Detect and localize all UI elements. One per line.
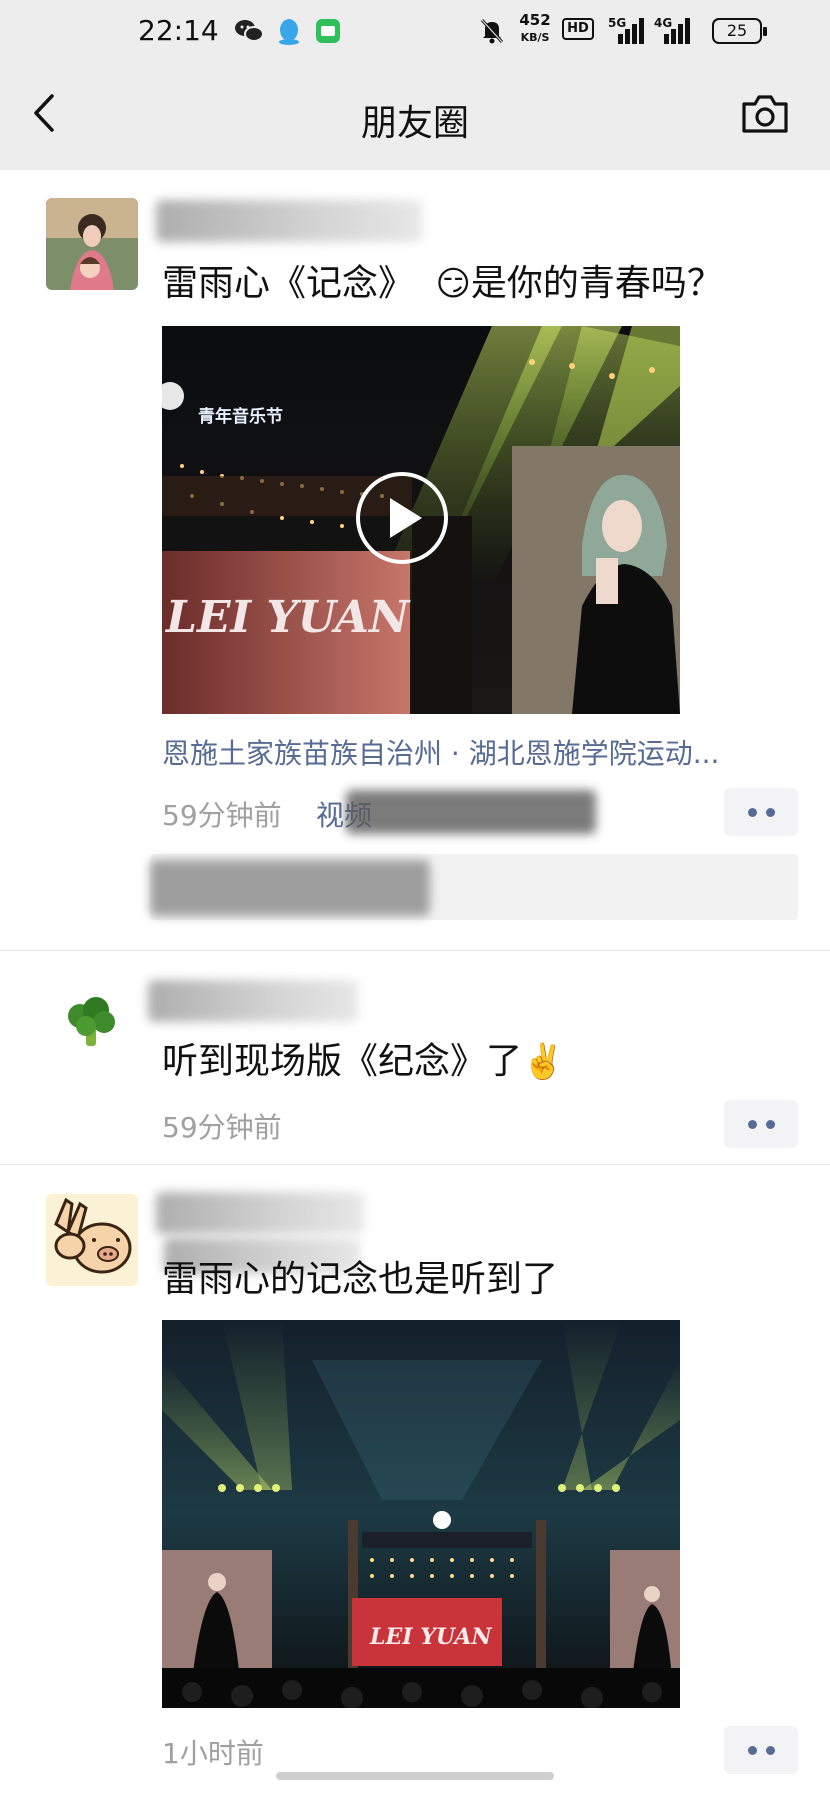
wechat-icon — [234, 16, 264, 46]
signal-4g-icon: 4G — [654, 16, 692, 44]
status-time: 22:14 — [138, 14, 219, 47]
hd-badge: HD — [562, 18, 594, 40]
video-thumbnail[interactable]: 青年音乐节 LEI YUAN — [162, 326, 680, 714]
network-speed-unit: KB/S — [520, 31, 550, 44]
more-button[interactable] — [724, 1100, 798, 1148]
post-text-main: 听到现场版《纪念》了 — [162, 1041, 523, 1082]
post-time: 1小时前 — [162, 1737, 264, 1770]
smirk-emoji: 😏 — [435, 264, 471, 304]
camera-button[interactable] — [740, 92, 790, 136]
home-indicator[interactable] — [276, 1772, 554, 1780]
moment-post: 雷雨心《记念》 😏是你的青春吗？ 青年音乐节 LEI YUAN 恩施土家族苗族自… — [0, 170, 830, 950]
page-title: 朋友圈 — [360, 103, 469, 144]
signal-4g-label: 4G — [654, 16, 673, 30]
post-time: 59分钟前 — [162, 1111, 282, 1144]
post-text: 听到现场版《纪念》了✌️ — [162, 1032, 564, 1084]
post-text-tail: 是你的青春吗？ — [470, 263, 723, 304]
top-bar: 22:14 452 KB/S HD 5G 4G 25 朋友圈 — [0, 0, 830, 170]
network-speed-value: 452 — [519, 11, 551, 29]
victory-hand-emoji: ✌️ — [522, 1042, 565, 1082]
status-bar: 22:14 452 KB/S HD 5G 4G 25 — [0, 0, 830, 62]
festival-banner-text: 青年音乐节 — [198, 406, 283, 427]
moment-post: 雷雨心的记念也是听到了 LEI YUAN 1小时前 — [0, 1164, 830, 1798]
avatar[interactable] — [46, 980, 138, 1072]
network-speed: 452 KB/S — [516, 12, 554, 46]
signal-5g-label: 5G — [608, 16, 627, 30]
avatar[interactable] — [46, 198, 138, 290]
photo-thumbnail[interactable]: LEI YUAN — [162, 1320, 680, 1708]
signal-5g-icon: 5G — [608, 16, 646, 44]
message-icon — [314, 16, 342, 46]
blurred-source — [346, 790, 596, 834]
post-time: 59分钟前 — [162, 799, 282, 832]
blurred-username[interactable] — [148, 980, 358, 1022]
qq-icon — [276, 16, 302, 46]
moment-post: 听到现场版《纪念》了✌️ 59分钟前 — [0, 950, 830, 1164]
mute-bell-icon — [478, 16, 506, 46]
avatar[interactable] — [46, 1194, 138, 1286]
blurred-username[interactable] — [156, 1192, 364, 1234]
blurred-likes — [150, 860, 430, 916]
more-button[interactable] — [724, 1726, 798, 1774]
blurred-username[interactable] — [156, 200, 422, 242]
post-text-main: 雷雨心《记念》 — [162, 263, 415, 304]
post-text: 雷雨心的记念也是听到了 — [162, 1259, 559, 1300]
stage-screen-text: LEI YUAN — [164, 592, 411, 643]
post-text: 雷雨心《记念》 😏是你的青春吗？ — [162, 254, 723, 306]
location-link[interactable]: 恩施土家族苗族自治州 · 湖北恩施学院运动... — [162, 732, 719, 772]
more-button[interactable] — [724, 788, 798, 836]
stage-screen-text: LEI YUAN — [369, 1624, 492, 1650]
camera-icon — [742, 95, 788, 133]
battery-indicator: 25 — [712, 18, 767, 44]
